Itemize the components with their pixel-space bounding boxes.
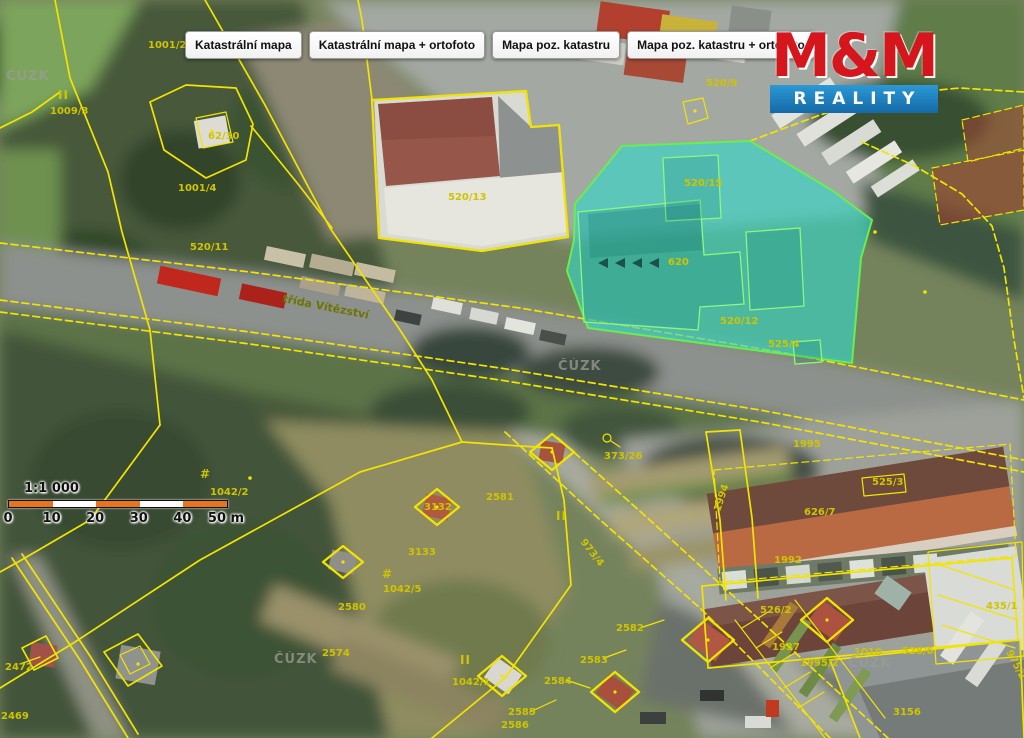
button-katastralni-mapa[interactable]: Katastrální mapa <box>185 31 302 59</box>
scale-bar <box>8 500 228 508</box>
parcel-label: 520/12 <box>720 316 758 327</box>
parcel-label: 1042/5 <box>383 584 421 595</box>
scale-tick: 0 <box>3 511 12 526</box>
parcel-label: 1937 <box>772 642 800 653</box>
button-mapa-poz-katastru[interactable]: Mapa poz. katastru <box>492 31 620 59</box>
parcel-label: 2586 <box>501 720 529 731</box>
parcel-label: 520/15 <box>684 178 722 189</box>
parcel-label: 2585 <box>508 707 536 718</box>
scale-segment <box>183 501 227 507</box>
parcel-label: # <box>382 567 392 581</box>
parcel-label: 1995 <box>793 439 821 450</box>
scale-tick: 30 <box>130 511 148 526</box>
parcel-label: II <box>58 88 69 102</box>
logo-mm-text: M&M <box>770 28 938 84</box>
scale-segment <box>53 501 97 507</box>
parcel-label: 2472 <box>5 662 33 673</box>
parcel-label: 1992 <box>774 555 802 566</box>
parcel-label: 3156 <box>893 707 921 718</box>
parcel-label: 520/11 <box>190 242 228 253</box>
parcel-label: 435/1 <box>986 601 1018 612</box>
parcel-label: 1042/1 <box>452 677 490 688</box>
map-viewport[interactable]: ČÚZKČÚZKČÚZKČÚZK 1001/2II1009/362/301001… <box>0 0 1024 738</box>
logo-reality-text: REALITY <box>770 85 938 113</box>
scale-tick: 10 <box>43 511 61 526</box>
parcel-label: 526/2 <box>760 605 792 616</box>
map-type-toolbar: Katastrální mapa Katastrální mapa + orto… <box>185 31 815 59</box>
parcel-label: 525/3 <box>872 477 904 488</box>
parcel-label: 3133 <box>408 547 436 558</box>
button-katastralni-mapa-ortofoto[interactable]: Katastrální mapa + ortofoto <box>309 31 485 59</box>
parcel-label: 520/13 <box>448 192 486 203</box>
parcel-label: 620 <box>668 257 689 268</box>
scale-ratio-label: 1:1 000 <box>24 481 248 496</box>
parcel-label: 62/30 <box>208 131 240 142</box>
map-scalebar: 1:1 000 01020304050 m <box>8 481 248 527</box>
parcel-label: 2581 <box>486 492 514 503</box>
parcel-label: 528/6 <box>902 646 934 657</box>
parcel-label: 626/7 <box>804 507 836 518</box>
cuzk-watermark: ČÚZK <box>6 68 50 84</box>
parcel-label: 1001/2 <box>148 40 186 51</box>
parcel-label: 2469 <box>1 711 29 722</box>
parcel-label: II <box>460 653 471 667</box>
parcel-label: 2583 <box>580 655 608 666</box>
scale-segment <box>140 501 184 507</box>
cuzk-watermark: ČÚZK <box>274 651 318 667</box>
parcel-label: 525/4 <box>768 339 800 350</box>
scale-tick: 40 <box>173 511 191 526</box>
scale-segment <box>96 501 140 507</box>
parcel-label: 3132 <box>424 502 452 513</box>
parcel-label: II <box>556 509 567 523</box>
parcel-label: 2582 <box>616 623 644 634</box>
parcel-label: 373/26 <box>604 451 642 462</box>
scale-tick: 20 <box>86 511 104 526</box>
parcel-label: 520/9 <box>706 78 738 89</box>
parcel-label: 1995/2 <box>800 658 838 669</box>
scale-tick: 50 m <box>208 511 244 526</box>
scale-segment <box>9 501 53 507</box>
parcel-label: 1010 <box>854 647 882 658</box>
parcel-label: 1001/4 <box>178 183 216 194</box>
parcel-label: 2574 <box>322 648 350 659</box>
scale-ticks: 01020304050 m <box>8 511 248 527</box>
cuzk-watermark: ČÚZK <box>558 358 602 374</box>
parcel-label: 1009/3 <box>50 106 88 117</box>
parcel-label: 2584 <box>544 676 572 687</box>
mm-reality-logo: M&M REALITY <box>770 28 938 113</box>
parcel-label: 2580 <box>338 602 366 613</box>
parcel-label: # <box>200 467 210 481</box>
